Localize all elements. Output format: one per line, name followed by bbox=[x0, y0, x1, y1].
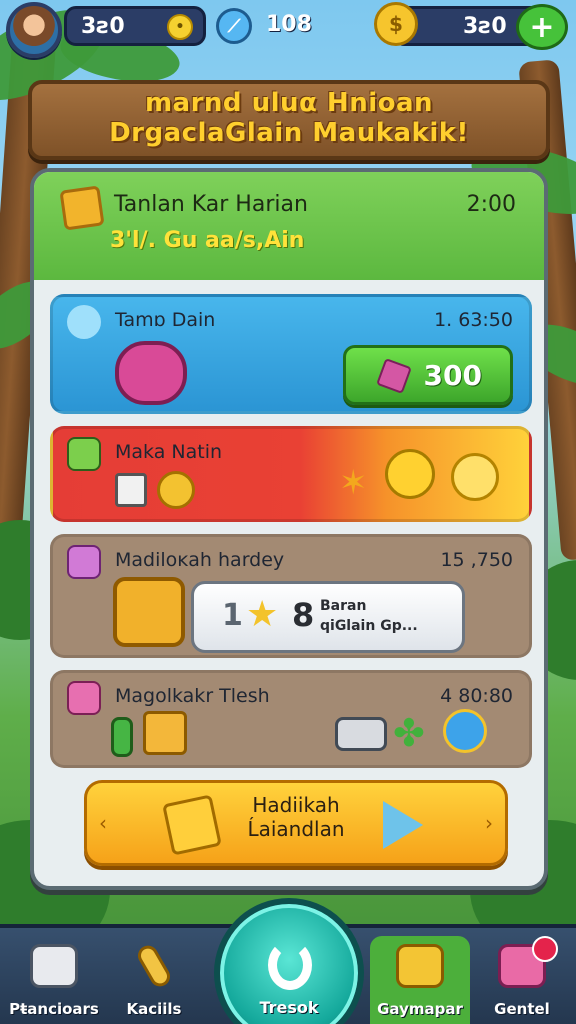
number-icon: 1 bbox=[222, 598, 243, 633]
cloud-icon bbox=[67, 305, 101, 339]
task-2-title: Maka Natin bbox=[115, 441, 223, 463]
panel-header: Tanlan Kar Harian 3'l/. Gu aa/s,Ain 2:00 bbox=[34, 172, 544, 280]
controller-icon bbox=[335, 717, 387, 751]
task-3-title: Madiloĸah hardey bbox=[115, 549, 285, 571]
nav-label-1: Pŧancioars bbox=[9, 1000, 99, 1018]
gem-cluster-icon bbox=[67, 681, 101, 715]
task-3-value: 15 ,750 bbox=[440, 549, 513, 571]
treasure-box-icon bbox=[59, 185, 105, 231]
task-3-reward-box: 1 ★ 8 Baran qiGlain Gp... bbox=[191, 581, 465, 653]
task-card-1[interactable]: Tamɒ Dain 1. 63:50 300 bbox=[50, 294, 532, 414]
nav-label-2: Kaciils bbox=[126, 1000, 182, 1018]
title-sign: marnd uluα Hnioan DrgaclaGlain Maukakik! bbox=[28, 80, 550, 160]
gold-drum-icon bbox=[113, 577, 185, 647]
claim-label-2: Ĺaiandlan bbox=[247, 817, 345, 841]
title-line-1: marnd uluα Hnioan bbox=[144, 88, 434, 118]
blue-medal-icon bbox=[443, 709, 487, 753]
nav-item-1[interactable]: Pŧancioars bbox=[4, 936, 104, 1024]
bag-icon bbox=[115, 341, 187, 405]
nav-label-4: Gaymapar bbox=[377, 1000, 463, 1018]
task-3-reward-text-1: Baran bbox=[320, 598, 367, 614]
map-icon bbox=[67, 437, 101, 471]
coins-value: 3ƨ0 bbox=[81, 13, 125, 39]
task-1-value: 1. 63:50 bbox=[434, 309, 513, 331]
task-1-reward-button[interactable]: 300 bbox=[343, 345, 513, 405]
star-leaf-icon: ✶ bbox=[339, 463, 368, 503]
add-gold-button[interactable]: + bbox=[516, 4, 568, 50]
nav-label-3: Tresok bbox=[259, 998, 319, 1017]
coin-icon: • bbox=[167, 14, 193, 40]
nav-item-4[interactable]: Gaymapar bbox=[370, 936, 470, 1024]
dice-icon bbox=[30, 944, 78, 988]
panel-subtitle: 3'l/. Gu aa/s,Ain bbox=[110, 228, 305, 253]
task-3-reward-text-2: qiGlain Gp... bbox=[320, 618, 418, 634]
brush-icon bbox=[134, 941, 174, 991]
clover-icon: ✤ bbox=[393, 711, 425, 755]
panel-title: Tanlan Kar Harian bbox=[114, 192, 308, 217]
panel-timer: 2:00 bbox=[466, 192, 516, 217]
smiley-icon bbox=[385, 449, 435, 499]
title-line-2: DrgaclaGlain Maukakik! bbox=[109, 118, 469, 148]
player-avatar[interactable] bbox=[6, 2, 62, 58]
task-card-4[interactable]: Magolkakr Tlesh 4 80:80 ✤ bbox=[50, 670, 532, 768]
nav-item-5[interactable]: Gentel bbox=[472, 936, 572, 1024]
task-1-title: Tamɒ Dain bbox=[115, 309, 216, 331]
ticket-icon bbox=[67, 545, 101, 579]
gold-coin-icon: $ bbox=[374, 2, 418, 46]
nav-label-5: Gentel bbox=[494, 1000, 550, 1018]
coin-small-icon bbox=[157, 471, 195, 509]
star-icon: ★ bbox=[246, 594, 279, 635]
top-bar: 3ƨ0 • ⟋ 108 3ƨ0 $ + bbox=[0, 0, 576, 58]
task-3-reward-text: Baran qiGlain Gp... bbox=[320, 596, 418, 636]
task-4-value: 4 80:80 bbox=[440, 685, 513, 707]
task-card-2[interactable]: Maka Natin ✶ bbox=[50, 426, 532, 522]
play-arrow-icon bbox=[383, 801, 423, 849]
task-4-title: Magolkakr Tlesh bbox=[115, 685, 270, 707]
daily-tasks-panel: Tanlan Kar Harian 3'l/. Gu aa/s,Ain 2:00… bbox=[30, 168, 548, 890]
crate-icon bbox=[143, 711, 187, 755]
page-icon bbox=[115, 473, 147, 507]
gem-icon bbox=[376, 358, 412, 394]
nav-item-2[interactable]: Kaciils bbox=[104, 936, 204, 1024]
claim-label-1: Hadiikah bbox=[252, 793, 340, 817]
task-card-3[interactable]: Madiloĸah hardey 15 ,750 1 ★ 8 Baran qiG… bbox=[50, 534, 532, 658]
coin-big-icon bbox=[451, 453, 499, 501]
coins-counter: 3ƨ0 • bbox=[64, 6, 206, 46]
energy-value: 108 bbox=[266, 12, 312, 37]
energy-icon: ⟋ bbox=[216, 8, 252, 44]
cactus-icon bbox=[111, 717, 133, 757]
claim-reward-button[interactable]: ‹ Hadiikah Ĺaiandlan › bbox=[84, 780, 508, 866]
folder-icon bbox=[396, 944, 444, 988]
gold-value: 3ƨ0 bbox=[463, 13, 507, 39]
nav-center-button[interactable]: Tresok bbox=[214, 898, 364, 1024]
task-1-reward-value: 300 bbox=[423, 358, 482, 392]
chevron-right-icon: › bbox=[485, 811, 493, 835]
notification-badge bbox=[532, 936, 558, 962]
chevron-left-icon: ‹ bbox=[99, 811, 107, 835]
task-3-reward-number: 8 bbox=[292, 596, 315, 634]
drop-icon bbox=[268, 940, 312, 990]
reward-cards-icon bbox=[162, 794, 222, 856]
